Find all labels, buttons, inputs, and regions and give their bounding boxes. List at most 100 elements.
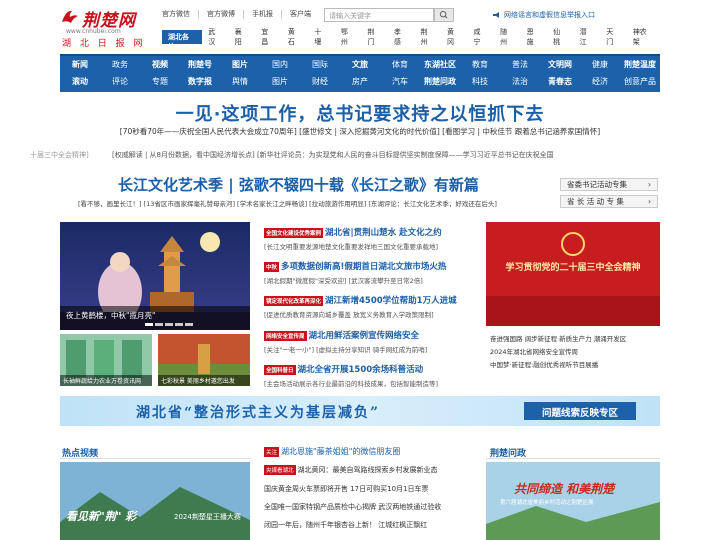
region-item[interactable]: 随州 bbox=[494, 27, 521, 47]
nav-item[interactable]: 汽车 bbox=[380, 76, 420, 87]
nav-item[interactable]: 教育 bbox=[460, 59, 500, 70]
thumb-autumn[interactable]: 七彩秋景 美丽乡村邀您出发 bbox=[158, 334, 250, 386]
news-title[interactable]: 多项数据创新高!假期首日湖北文旅市场火热 bbox=[281, 262, 446, 272]
bottom-news-item[interactable]: 闭园一年后，随州千年银杏谷上新！ 江城红枫正飘红 bbox=[264, 520, 474, 530]
bottom-news-item[interactable]: 关注 湖北恩施"藤茶姐姐"的微信朋友圈 bbox=[264, 446, 474, 457]
photo-slider[interactable]: 夜上黄鹤楼，中秋"揽月亮" bbox=[60, 222, 250, 330]
region-item[interactable]: 荆门 bbox=[361, 27, 388, 47]
nav-item[interactable]: 健康 bbox=[580, 59, 620, 70]
video-thumbnail bbox=[60, 462, 250, 540]
right-link[interactable]: 奋进强国路 阔步新征程 新质生产力 潮涌开发区 bbox=[490, 333, 660, 343]
top-link-weibo[interactable]: 官方微博 bbox=[203, 9, 239, 19]
site-logo[interactable]: 荆楚网 www.cnhubei.com 湖 北 日 报 网 bbox=[60, 6, 150, 49]
nav-item[interactable]: 数字报 bbox=[180, 76, 220, 87]
nav-item[interactable]: 评论 bbox=[100, 76, 140, 87]
region-item[interactable]: 潜江 bbox=[573, 27, 600, 47]
news-title[interactable]: 湖北全省开展1500余场科普活动 bbox=[298, 365, 424, 375]
banner-button[interactable]: 问题线索反映专区 bbox=[524, 402, 636, 420]
right-link[interactable]: 中国梦·新征程:融创优秀视听节目展播 bbox=[490, 359, 660, 369]
bottom-news-item[interactable]: 央媒看湖北 湖北黄冈：最美自驾路线探索乡村发展新业态 bbox=[264, 465, 474, 475]
report-link[interactable]: 网络谣言和虚假信息举报入口 bbox=[492, 10, 595, 20]
region-item[interactable]: 黄冈 bbox=[441, 27, 468, 47]
news-sub[interactable]: [长江文明重要发源地楚文化重要发祥地三国文化重要承载地] bbox=[264, 241, 474, 251]
news-item[interactable]: 全国文化建设优秀案例 湖北省|贯荆山楚水 赴文化之约 [长江文明重要发源地楚文化重… bbox=[264, 226, 474, 251]
region-item[interactable]: 武汉 bbox=[202, 27, 229, 47]
news-title[interactable]: 湖北省|贯荆山楚水 赴文化之约 bbox=[325, 228, 442, 238]
feature-article-links[interactable]: [看不够，画里长江！] [13省区市画家挥毫礼赞母亲河] [学术名家长江之畔畅谈… bbox=[78, 198, 497, 208]
region-item[interactable]: 天门 bbox=[600, 27, 627, 47]
right-link[interactable]: 2024年湖北省网络安全宣传周 bbox=[490, 346, 660, 356]
news-item[interactable]: 全国科普日 湖北全省开展1500余场科普活动 [主会场活动展示各行业最前沿的科技成… bbox=[264, 363, 474, 388]
nav-item[interactable]: 体育 bbox=[380, 59, 420, 70]
nav-item[interactable]: 滚动 bbox=[60, 76, 100, 87]
nav-item[interactable]: 房产 bbox=[340, 76, 380, 87]
bottom-news-item[interactable]: 全国唯一国家特钢产品质检中心揭牌 武汉两地铁通过验收 bbox=[264, 502, 474, 512]
nav-item[interactable]: 法治 bbox=[500, 76, 540, 87]
nav-item[interactable]: 荆楚温度 bbox=[620, 59, 660, 70]
slider-dot[interactable] bbox=[175, 323, 183, 326]
campaign-banner[interactable]: 湖北省“整治形式主义为基层减负” 问题线索反映专区 bbox=[60, 396, 660, 426]
news-sub[interactable]: [促进优质教育资源向城乡覆盖 放宽义务教育入学政策限制] bbox=[264, 309, 474, 319]
nav-item[interactable]: 科技 bbox=[460, 76, 500, 87]
nav-item[interactable]: 舆情 bbox=[220, 76, 260, 87]
region-item[interactable]: 孝感 bbox=[388, 27, 415, 47]
nav-item[interactable]: 政务 bbox=[100, 59, 140, 70]
theme-poster[interactable]: 学习贯彻党的二十届三中全会精神 bbox=[486, 222, 660, 326]
nav-item[interactable]: 荆楚问政 bbox=[420, 76, 460, 87]
nav-item[interactable]: 创意产品 bbox=[620, 76, 660, 87]
nav-item[interactable]: 视频 bbox=[140, 59, 180, 70]
news-item[interactable]: 中秋 多项数据创新高!假期首日湖北文旅市场火热 [湖北假期"微度假"深受欢迎] [… bbox=[264, 260, 474, 285]
slider-dot[interactable] bbox=[155, 323, 163, 326]
wenzheng-image[interactable]: 共同缔造 和美荆楚 第六届湖北省美丽乡村活动之荆楚区展 bbox=[486, 462, 660, 540]
top-headline[interactable]: 一见·这项工作，总书记要求持之以恒抓下去 bbox=[60, 100, 660, 126]
side-tab-governor[interactable]: 省 长 活 动 专 集 › bbox=[560, 195, 658, 208]
slider-dot[interactable] bbox=[185, 323, 193, 326]
region-item[interactable]: 仙桃 bbox=[547, 27, 574, 47]
top-link-app[interactable]: 客户端 bbox=[286, 9, 315, 19]
news-ticker[interactable]: [权威解读 | 从8月份数据，看中国经济增长点] [新华社评论员：为实现党和人民… bbox=[60, 150, 660, 162]
news-sub[interactable]: [湖北假期"微度假"深受欢迎] [武汉客流攀升至日常2倍] bbox=[264, 275, 474, 285]
nav-item[interactable]: 荆楚号 bbox=[180, 59, 220, 70]
side-tab-secretary[interactable]: 省委书记活动专集 › bbox=[560, 178, 658, 191]
news-sub[interactable]: [主会场活动展示各行业最前沿的科技成果，包括智能制造等] bbox=[264, 378, 474, 388]
news-title[interactable]: 湖北用鲜活案例宣传网络安全 bbox=[309, 331, 420, 341]
region-item[interactable]: 宜昌 bbox=[255, 27, 282, 47]
bottom-news-item[interactable]: 国庆黄金周火车票即将开售 17日可购买10月1日车票 bbox=[264, 484, 474, 494]
region-item[interactable]: 襄阳 bbox=[228, 27, 255, 47]
nav-item[interactable]: 文明网 bbox=[540, 59, 580, 70]
nav-item[interactable]: 专题 bbox=[140, 76, 180, 87]
news-item[interactable]: 网络安全宣传周 湖北用鲜活案例宣传网络安全 [关注"一老一小"] [虚拟主持分享知… bbox=[264, 329, 474, 354]
news-title[interactable]: 湖江新增4500学位帮助1万人进城 bbox=[325, 296, 457, 306]
top-link-mobile[interactable]: 手机报 bbox=[248, 9, 277, 19]
nav-item[interactable]: 青春志 bbox=[540, 76, 580, 87]
nav-item[interactable]: 新闻 bbox=[60, 59, 100, 70]
news-sub[interactable]: [关注"一老一小"] [虚拟主持分享知识 骑手网红成为前哨] bbox=[264, 344, 474, 354]
video-badge: 2024荆楚星王播大赛 bbox=[174, 513, 241, 521]
nav-item[interactable]: 经济 bbox=[580, 76, 620, 87]
region-item[interactable]: 恩施 bbox=[520, 27, 547, 47]
top-link-wechat[interactable]: 官方微信 bbox=[158, 9, 194, 19]
nav-item[interactable]: 普法 bbox=[500, 59, 540, 70]
region-item[interactable]: 鄂州 bbox=[335, 27, 362, 47]
nav-item[interactable]: 文旅 bbox=[340, 59, 380, 70]
news-item[interactable]: 镜定现代化改革再深化 湖江新增4500学位帮助1万人进城 [促进优质教育资源向城乡… bbox=[264, 294, 474, 319]
search-button[interactable] bbox=[434, 8, 454, 22]
search-input[interactable]: 请输入关键字 bbox=[324, 8, 434, 22]
headline-sublinks[interactable]: [70秒看70年——庆祝全国人民代表大会成立70周年] [盛世修文 | 深入挖掘… bbox=[60, 126, 660, 137]
nav-item[interactable]: 财经 bbox=[300, 76, 340, 87]
slider-dot[interactable] bbox=[165, 323, 173, 326]
region-item[interactable]: 神农架 bbox=[626, 27, 660, 47]
hot-video[interactable]: 看见新"荆" 彩 2024荆楚星王播大赛 bbox=[60, 462, 250, 540]
nav-item[interactable]: 图片 bbox=[220, 59, 260, 70]
slider-dot[interactable] bbox=[145, 323, 153, 326]
region-item[interactable]: 荆州 bbox=[414, 27, 441, 47]
region-item[interactable]: 十堰 bbox=[308, 27, 335, 47]
nav-item[interactable]: 国内 bbox=[260, 59, 300, 70]
thumb-vegetables[interactable]: 长袖鲜蔬给力农业万卷资讯网 bbox=[60, 334, 152, 386]
region-item[interactable]: 咸宁 bbox=[467, 27, 494, 47]
nav-item[interactable]: 东湖社区 bbox=[420, 59, 460, 70]
nav-item[interactable]: 图片 bbox=[260, 76, 300, 87]
nav-item[interactable]: 国际 bbox=[300, 59, 340, 70]
region-item[interactable]: 黄石 bbox=[282, 27, 309, 47]
feature-article-title[interactable]: 长江文化艺术季 | 弦歌不辍四十载《长江之歌》有新篇 bbox=[118, 174, 479, 195]
